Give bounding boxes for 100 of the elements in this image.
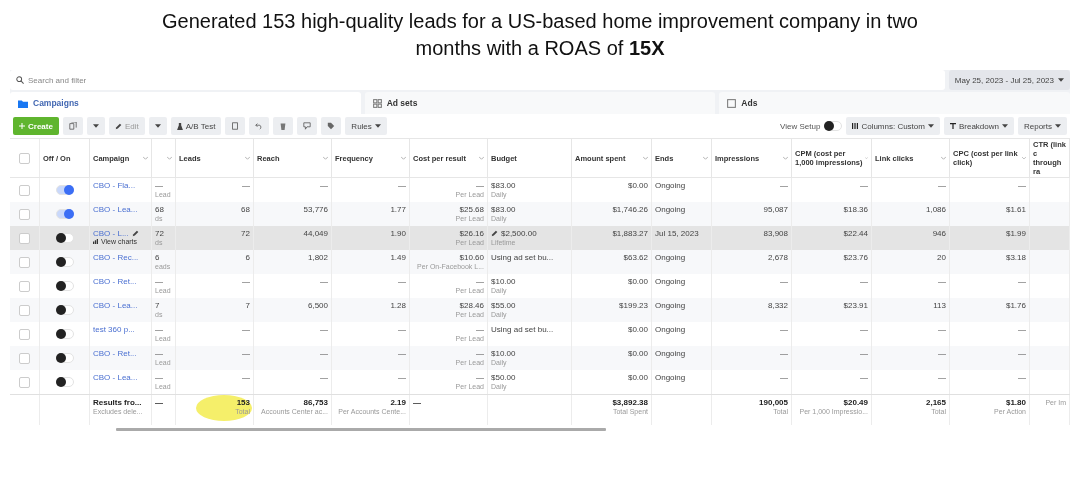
campaign-link[interactable]: CBO - L... bbox=[93, 229, 129, 238]
cell-value: — bbox=[398, 277, 406, 286]
reports-dropdown[interactable]: Reports bbox=[1018, 117, 1067, 135]
campaign-link[interactable]: CBO - Lea... bbox=[93, 301, 138, 310]
cell-value: — bbox=[780, 277, 788, 286]
tab[interactable]: Ad sets bbox=[364, 92, 716, 114]
caret-icon bbox=[1002, 124, 1008, 128]
cell-value: — bbox=[476, 349, 484, 358]
row-checkbox[interactable] bbox=[19, 280, 30, 292]
tag-icon bbox=[327, 122, 336, 130]
clipboard-button[interactable] bbox=[225, 117, 246, 135]
row-checkbox[interactable] bbox=[19, 232, 30, 244]
cell-value: $26.16 bbox=[459, 229, 484, 238]
cell-value: $10.60 bbox=[459, 253, 484, 262]
row-checkbox[interactable] bbox=[19, 376, 30, 388]
on-off-toggle[interactable] bbox=[55, 377, 74, 387]
search-field[interactable]: Search and filter bbox=[10, 70, 945, 90]
on-off-toggle[interactable] bbox=[55, 233, 74, 243]
breakdown-dropdown[interactable]: Breakdown bbox=[943, 117, 1014, 135]
on-off-toggle[interactable] bbox=[55, 209, 74, 219]
sort-icon[interactable] bbox=[643, 156, 648, 160]
dropdown-button[interactable] bbox=[148, 117, 167, 135]
comment-icon bbox=[303, 122, 312, 130]
campaign-link[interactable]: CBO - Ret... bbox=[93, 349, 137, 358]
cell-value: — bbox=[860, 181, 868, 190]
on-off-toggle[interactable] bbox=[55, 257, 74, 267]
cell-value: $28.46 bbox=[459, 301, 484, 310]
cell-value: $83.00 bbox=[491, 205, 516, 214]
sort-icon[interactable] bbox=[167, 156, 172, 160]
cell-value: — bbox=[938, 325, 946, 334]
cell-value: — bbox=[320, 277, 328, 286]
cell-value: Ongoing bbox=[655, 301, 686, 310]
dropdown-button[interactable] bbox=[86, 117, 105, 135]
on-off-toggle[interactable] bbox=[55, 281, 74, 291]
campaign-link[interactable]: CBO - Lea... bbox=[93, 373, 138, 382]
tab[interactable]: Ads bbox=[719, 92, 1070, 114]
cell-value: — bbox=[938, 181, 946, 190]
tag-button[interactable] bbox=[321, 117, 342, 135]
pencil-icon[interactable] bbox=[491, 230, 498, 237]
row-checkbox[interactable] bbox=[19, 304, 30, 316]
cell-value: — bbox=[476, 325, 484, 334]
cell-value: — bbox=[398, 349, 406, 358]
date-range-picker[interactable]: May 25, 2023 - Jul 25, 2023 bbox=[948, 70, 1070, 90]
tab[interactable]: Campaigns bbox=[10, 92, 361, 114]
total-value: 190,005 bbox=[759, 398, 788, 407]
sort-icon[interactable] bbox=[479, 156, 484, 160]
scrollbar[interactable] bbox=[116, 427, 606, 431]
campaign-link[interactable]: CBO - Fla... bbox=[93, 181, 136, 190]
view-setup-toggle[interactable] bbox=[824, 121, 843, 131]
cell-value: $55.00 bbox=[491, 301, 516, 310]
on-off-toggle[interactable] bbox=[55, 329, 74, 339]
caret-icon bbox=[927, 124, 934, 128]
row-checkbox[interactable] bbox=[19, 352, 30, 364]
rules-dropdown[interactable]: Rules bbox=[345, 117, 387, 135]
cell-value: — bbox=[860, 325, 868, 334]
trash-button[interactable] bbox=[273, 117, 294, 135]
on-off-toggle[interactable] bbox=[55, 353, 74, 363]
on-off-toggle[interactable] bbox=[55, 185, 74, 195]
cell-value: 6 bbox=[245, 253, 250, 262]
cell-value: $18.36 bbox=[843, 205, 868, 214]
cell-value: — bbox=[938, 277, 946, 286]
cell-value: 44,049 bbox=[303, 229, 328, 238]
ab-test-button[interactable]: A/B Test bbox=[170, 117, 222, 135]
sort-icon[interactable] bbox=[245, 156, 250, 160]
row-checkbox[interactable] bbox=[19, 208, 30, 220]
row-checkbox[interactable] bbox=[19, 184, 30, 196]
duplicate-button[interactable] bbox=[62, 117, 83, 135]
cell-value: Ongoing bbox=[655, 325, 686, 334]
total-value: 86,753 bbox=[303, 398, 328, 407]
cell-value: 68 bbox=[155, 205, 164, 214]
cell-value: $83.00 bbox=[491, 181, 516, 190]
cell-value: $0.00 bbox=[627, 277, 648, 286]
total-value: $20.49 bbox=[843, 398, 868, 407]
flask-icon bbox=[176, 122, 183, 130]
campaign-link[interactable]: CBO - Lea... bbox=[93, 205, 138, 214]
cell-value: — bbox=[1018, 349, 1026, 358]
cell-value: — bbox=[242, 373, 250, 382]
columns-dropdown[interactable]: Columns: Custom bbox=[846, 117, 940, 135]
sort-icon[interactable] bbox=[941, 156, 946, 160]
pencil-icon[interactable] bbox=[131, 230, 139, 237]
on-off-toggle[interactable] bbox=[55, 305, 74, 315]
select-all-checkbox[interactable] bbox=[19, 152, 30, 164]
sort-icon[interactable] bbox=[401, 156, 406, 160]
sort-icon[interactable] bbox=[323, 156, 328, 160]
breakdown-icon bbox=[949, 123, 956, 129]
row-checkbox[interactable] bbox=[19, 328, 30, 340]
sort-icon[interactable] bbox=[783, 156, 788, 160]
sort-icon[interactable] bbox=[1022, 156, 1026, 160]
sort-icon[interactable] bbox=[143, 156, 148, 160]
pencil-icon[interactable] bbox=[114, 122, 122, 130]
undo-button[interactable] bbox=[249, 117, 270, 135]
campaign-link[interactable]: CBO - Ret... bbox=[93, 277, 137, 286]
sort-icon[interactable] bbox=[703, 156, 708, 160]
cell-value: $1.76 bbox=[1005, 301, 1026, 310]
comment-button[interactable] bbox=[297, 117, 318, 135]
campaign-link[interactable]: CBO - Rec... bbox=[93, 253, 139, 262]
campaign-link[interactable]: test 360 p... bbox=[93, 325, 135, 334]
row-checkbox[interactable] bbox=[19, 256, 30, 268]
cell-value: 6 bbox=[155, 253, 160, 262]
cell-value: 1,802 bbox=[307, 253, 328, 262]
